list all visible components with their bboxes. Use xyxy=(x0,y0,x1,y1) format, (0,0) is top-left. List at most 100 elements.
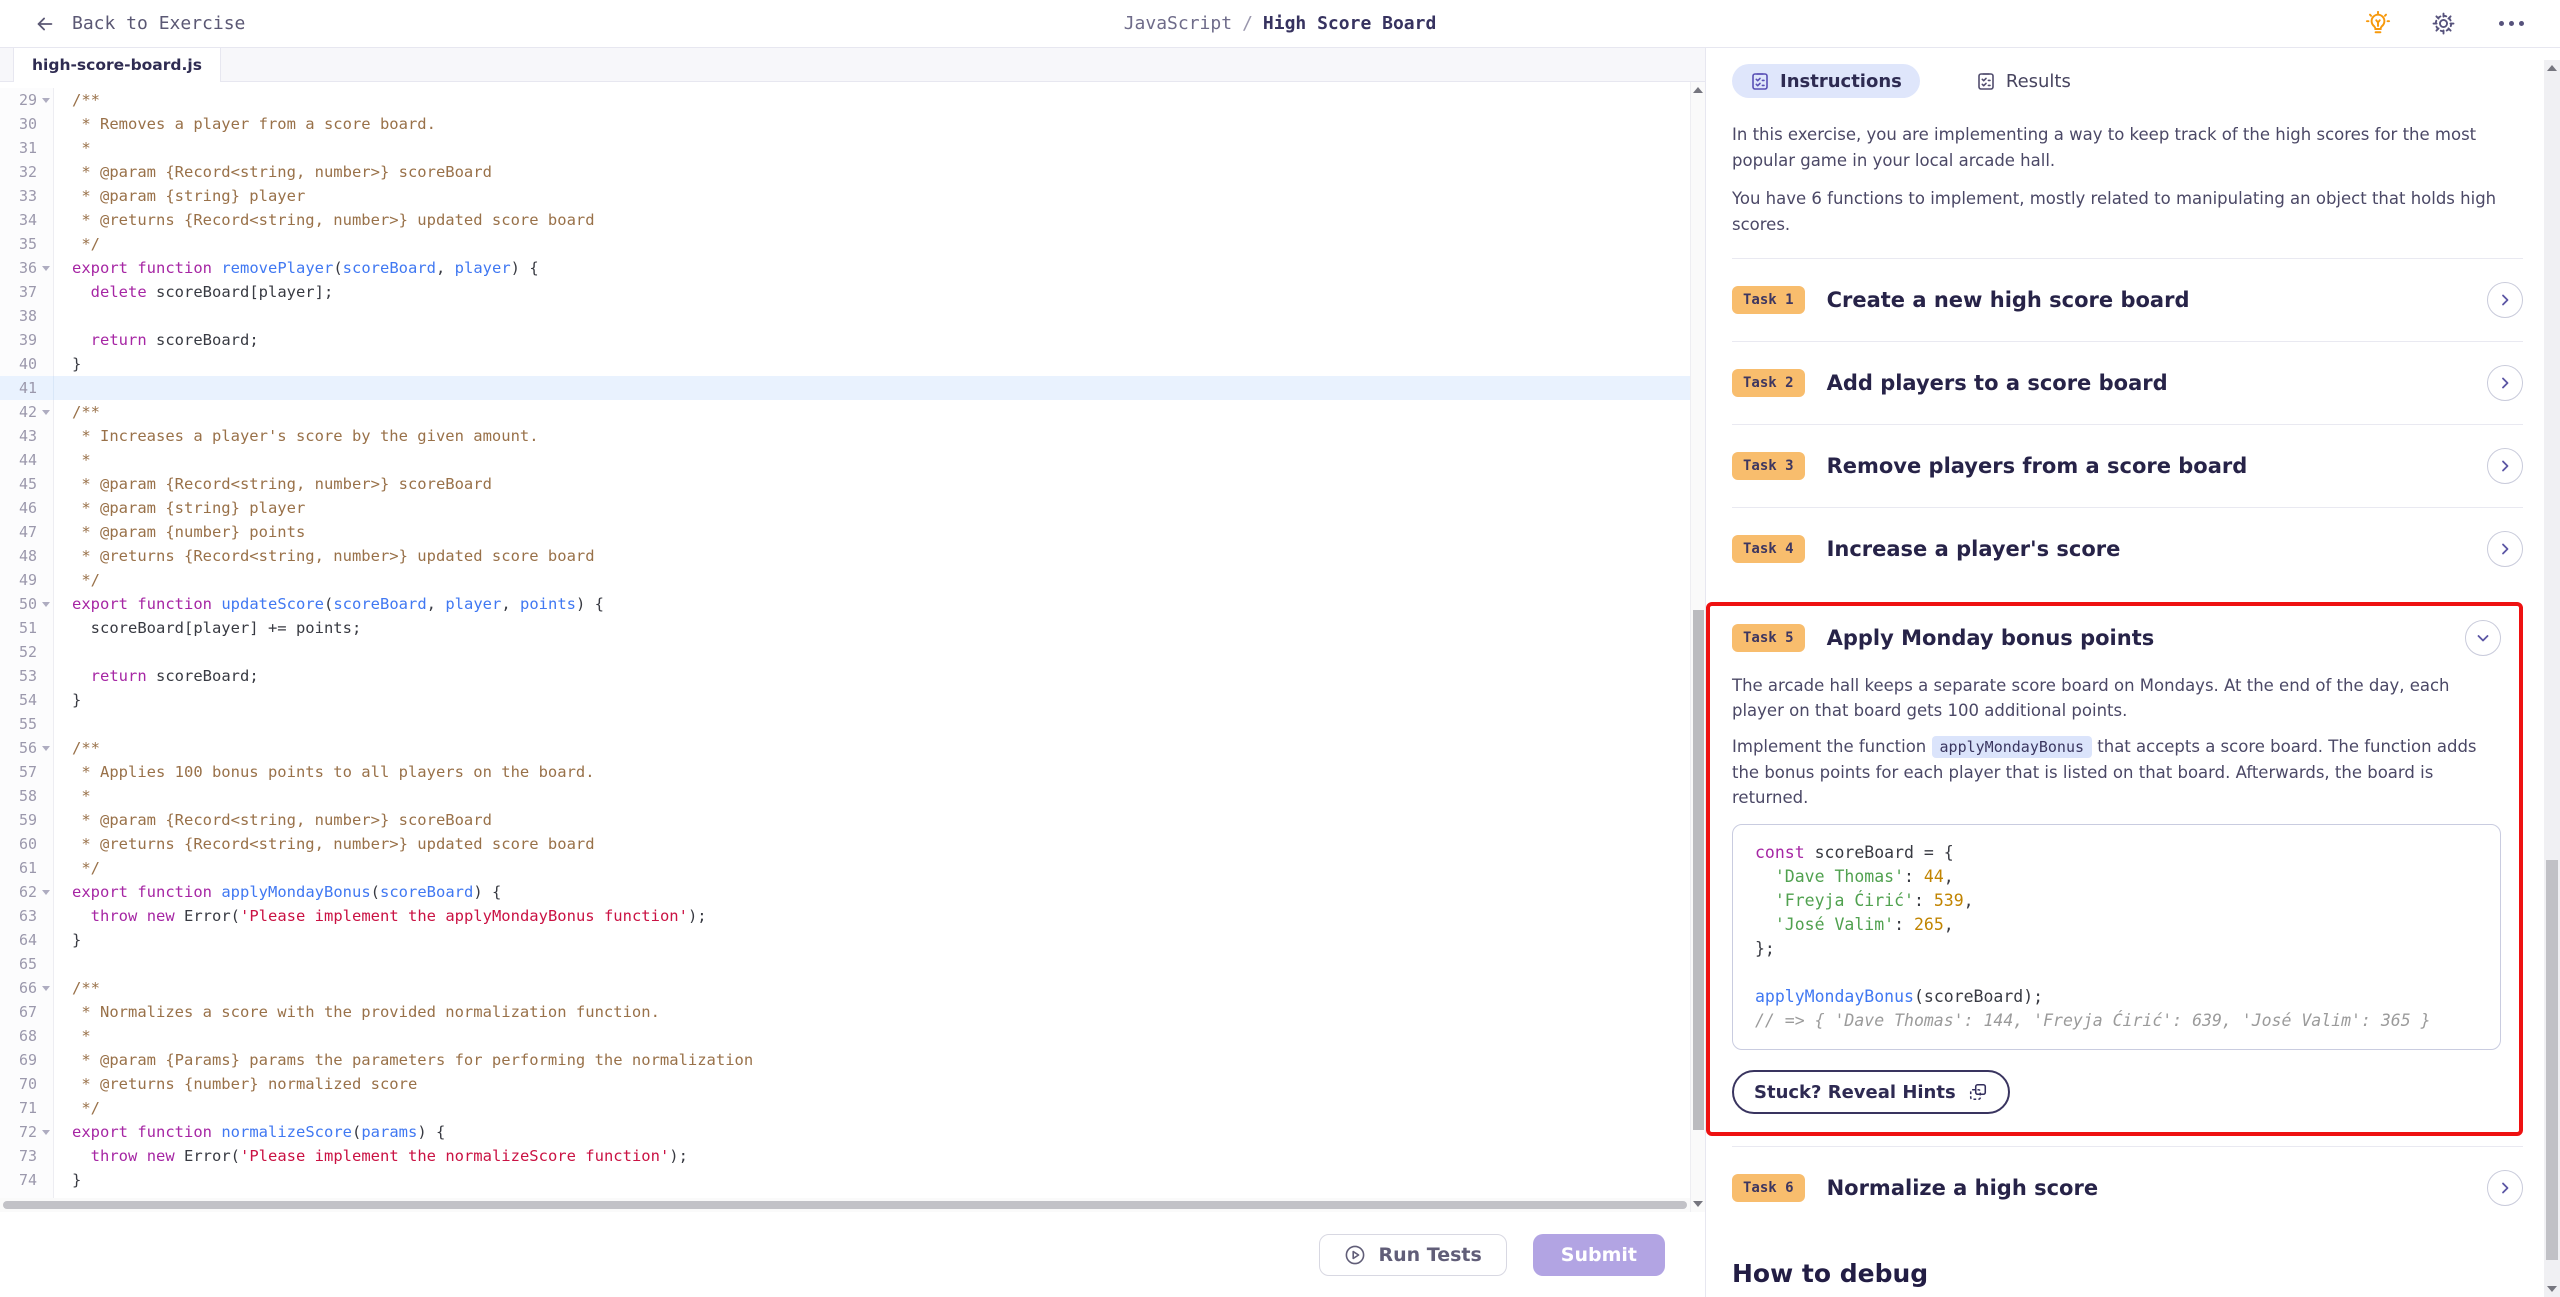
code-line[interactable]: 34 * @returns {Record<string, number>} u… xyxy=(0,208,1690,232)
code-line[interactable]: 46 * @param {string} player xyxy=(0,496,1690,520)
code-line[interactable]: 57 * Applies 100 bonus points to all pla… xyxy=(0,760,1690,784)
code-line[interactable]: 67 * Normalizes a score with the provide… xyxy=(0,1000,1690,1024)
collapse-task-button[interactable] xyxy=(2465,620,2501,656)
task-badge: Task 3 xyxy=(1732,452,1805,480)
code-line-text: * Removes a player from a score board. xyxy=(54,112,436,136)
reveal-hints-button[interactable]: Stuck? Reveal Hints xyxy=(1732,1070,2010,1114)
code-line[interactable]: 45 * @param {Record<string, number>} sco… xyxy=(0,472,1690,496)
lightbulb-icon[interactable] xyxy=(2365,11,2391,37)
expand-task-button[interactable] xyxy=(2487,448,2523,484)
editor-vertical-scrollbar[interactable] xyxy=(1690,82,1705,1212)
code-line[interactable]: 47 * @param {number} points xyxy=(0,520,1690,544)
panel-scroll-down-icon[interactable] xyxy=(2547,1286,2557,1292)
code-line[interactable]: 53 return scoreBoard; xyxy=(0,664,1690,688)
code-line[interactable]: 42/** xyxy=(0,400,1690,424)
editor-horizontal-scrollbar[interactable] xyxy=(0,1198,1690,1212)
fold-toggle-icon[interactable] xyxy=(42,266,50,271)
panel-scroll-up-icon[interactable] xyxy=(2547,65,2557,71)
code-line[interactable]: 69 * @param {Params} params the paramete… xyxy=(0,1048,1690,1072)
task-row-4[interactable]: Task 4Increase a player's score xyxy=(1732,507,2523,590)
scroll-up-icon[interactable] xyxy=(1693,87,1703,93)
panel-scrollbar[interactable] xyxy=(2544,60,2560,1297)
code-line[interactable]: 52 xyxy=(0,640,1690,664)
code-line[interactable]: 74} xyxy=(0,1168,1690,1192)
tab-instructions[interactable]: Instructions xyxy=(1732,64,1920,98)
file-tab[interactable]: high-score-board.js xyxy=(13,48,221,82)
fold-toggle-icon[interactable] xyxy=(42,1130,50,1135)
code-line[interactable]: 70 * @returns {number} normalized score xyxy=(0,1072,1690,1096)
code-line[interactable]: 49 */ xyxy=(0,568,1690,592)
code-line[interactable]: 61 */ xyxy=(0,856,1690,880)
task-badge: Task 2 xyxy=(1732,369,1805,397)
back-to-exercise-link[interactable]: Back to Exercise xyxy=(34,13,245,35)
code-line[interactable]: 55 xyxy=(0,712,1690,736)
fold-toggle-icon[interactable] xyxy=(42,602,50,607)
tab-results[interactable]: Results xyxy=(1958,64,2089,98)
code-line[interactable]: 40} xyxy=(0,352,1690,376)
code-line-text: } xyxy=(54,928,81,952)
code-line[interactable]: 59 * @param {Record<string, number>} sco… xyxy=(0,808,1690,832)
task-row-2[interactable]: Task 2Add players to a score board xyxy=(1732,341,2523,424)
code-line-text: /** xyxy=(54,400,100,424)
editor-hscroll-thumb[interactable] xyxy=(3,1201,1687,1209)
editor-vscroll-thumb[interactable] xyxy=(1693,610,1704,1130)
run-tests-button[interactable]: Run Tests xyxy=(1319,1234,1506,1276)
submit-button[interactable]: Submit xyxy=(1533,1234,1665,1276)
code-line[interactable]: 30 * Removes a player from a score board… xyxy=(0,112,1690,136)
task-row-6[interactable]: Task 6Normalize a high score xyxy=(1732,1146,2523,1229)
code-line[interactable]: 58 * xyxy=(0,784,1690,808)
code-line[interactable]: 68 * xyxy=(0,1024,1690,1048)
code-line[interactable]: 66/** xyxy=(0,976,1690,1000)
back-arrow-icon xyxy=(34,13,56,35)
expand-task-button[interactable] xyxy=(2487,531,2523,567)
code-editor[interactable]: 29/**30 * Removes a player from a score … xyxy=(0,82,1705,1212)
code-line-text: export function updateScore(scoreBoard, … xyxy=(54,592,604,616)
code-line[interactable]: 72export function normalizeScore(params)… xyxy=(0,1120,1690,1144)
task-row-1[interactable]: Task 1Create a new high score board xyxy=(1732,258,2523,341)
code-line[interactable]: 39 return scoreBoard; xyxy=(0,328,1690,352)
fold-toggle-icon[interactable] xyxy=(42,746,50,751)
breadcrumb-exercise: High Score Board xyxy=(1263,13,1436,34)
code-line[interactable]: 38 xyxy=(0,304,1690,328)
line-number: 34 xyxy=(0,208,54,232)
gear-icon[interactable] xyxy=(2431,11,2456,36)
code-line[interactable]: 64} xyxy=(0,928,1690,952)
code-line[interactable]: 62export function applyMondayBonus(score… xyxy=(0,880,1690,904)
code-line[interactable]: 33 * @param {string} player xyxy=(0,184,1690,208)
code-line[interactable]: 44 * xyxy=(0,448,1690,472)
code-line[interactable]: 32 * @param {Record<string, number>} sco… xyxy=(0,160,1690,184)
code-line[interactable]: 50export function updateScore(scoreBoard… xyxy=(0,592,1690,616)
code-line[interactable]: 43 * Increases a player's score by the g… xyxy=(0,424,1690,448)
expand-task-button[interactable] xyxy=(2487,282,2523,318)
fold-toggle-icon[interactable] xyxy=(42,986,50,991)
expand-task-button[interactable] xyxy=(2487,365,2523,401)
code-line[interactable]: 60 * @returns {Record<string, number>} u… xyxy=(0,832,1690,856)
code-line[interactable]: 73 throw new Error('Please implement the… xyxy=(0,1144,1690,1168)
code-line[interactable]: 54} xyxy=(0,688,1690,712)
panel-scroll-thumb[interactable] xyxy=(2546,860,2558,1260)
code-line[interactable]: 29/** xyxy=(0,88,1690,112)
code-line[interactable]: 48 * @returns {Record<string, number>} u… xyxy=(0,544,1690,568)
how-to-debug-section: How to debug When a test fails, a messag… xyxy=(1732,1259,2523,1297)
scroll-down-icon[interactable] xyxy=(1693,1201,1703,1207)
code-line[interactable]: 41 xyxy=(0,376,1690,400)
code-line[interactable]: 35 */ xyxy=(0,232,1690,256)
code-line[interactable]: 65 xyxy=(0,952,1690,976)
more-options-icon[interactable] xyxy=(2496,21,2526,26)
code-line[interactable]: 31 * xyxy=(0,136,1690,160)
fold-toggle-icon[interactable] xyxy=(42,98,50,103)
task-row-3[interactable]: Task 3Remove players from a score board xyxy=(1732,424,2523,507)
code-line-text: * @param {Record<string, number>} scoreB… xyxy=(54,808,492,832)
fold-toggle-icon[interactable] xyxy=(42,890,50,895)
expand-task-button[interactable] xyxy=(2487,1170,2523,1206)
fold-toggle-icon[interactable] xyxy=(42,410,50,415)
code-line-text: * @param {Params} params the parameters … xyxy=(54,1048,753,1072)
code-line[interactable]: 56/** xyxy=(0,736,1690,760)
code-line-text: export function normalizeScore(params) { xyxy=(54,1120,445,1144)
code-line[interactable]: 37 delete scoreBoard[player]; xyxy=(0,280,1690,304)
code-line[interactable]: 36export function removePlayer(scoreBoar… xyxy=(0,256,1690,280)
code-line[interactable]: 51 scoreBoard[player] += points; xyxy=(0,616,1690,640)
task-row-5[interactable]: Task 5Apply Monday bonus points xyxy=(1732,618,2501,662)
code-line[interactable]: 71 */ xyxy=(0,1096,1690,1120)
code-line[interactable]: 63 throw new Error('Please implement the… xyxy=(0,904,1690,928)
